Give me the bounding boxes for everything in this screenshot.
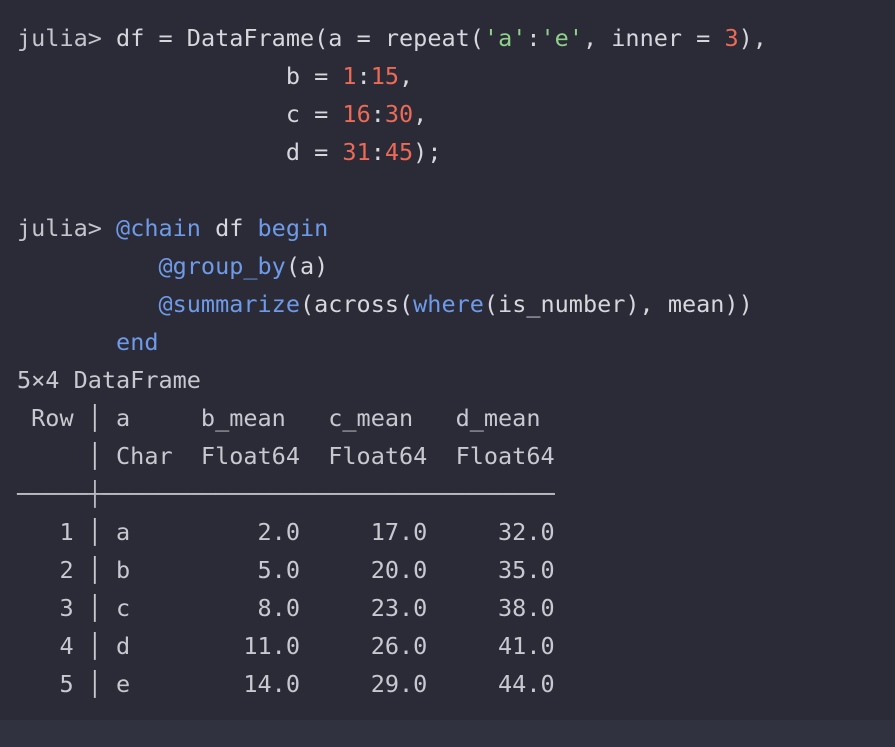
code-token: DataFrame( bbox=[186, 24, 329, 52]
code-token: df bbox=[116, 24, 145, 52]
keyword-token: end bbox=[116, 328, 159, 356]
number-literal: 15 bbox=[370, 62, 400, 90]
table-row: 3 │ c 8.0 23.0 38.0 bbox=[17, 594, 555, 622]
table-header-names: Row │ a b_mean c_mean d_mean bbox=[17, 404, 541, 432]
macro-token: @summarize bbox=[158, 290, 300, 318]
table-row: 4 │ d 11.0 26.0 41.0 bbox=[17, 632, 555, 660]
code-line: c = 16:30, bbox=[17, 95, 428, 133]
number-literal: 30 bbox=[384, 100, 414, 128]
function-token: where bbox=[413, 290, 484, 318]
code-line: julia> @chain df begin bbox=[17, 209, 328, 247]
macro-token: @group_by bbox=[158, 252, 286, 280]
code-line: @group_by(a) bbox=[17, 247, 328, 285]
code-token: : bbox=[356, 62, 371, 90]
terminal-output[interactable]: julia> df = DataFrame(a = repeat('a':'e'… bbox=[0, 0, 895, 720]
code-token: ), bbox=[738, 24, 767, 52]
code-token: = bbox=[144, 24, 187, 52]
code-line: @summarize(across(where(is_number), mean… bbox=[17, 285, 753, 323]
keyword-token: begin bbox=[257, 214, 329, 242]
code-token: : bbox=[370, 138, 385, 166]
dataframe-summary: 5×4 DataFrame bbox=[17, 366, 201, 394]
string-literal: 'a' bbox=[483, 24, 527, 52]
code-token: : bbox=[370, 100, 385, 128]
code-line: d = 31:45); bbox=[17, 133, 442, 171]
code-line: end bbox=[17, 323, 159, 361]
number-literal: 16 bbox=[342, 100, 371, 128]
code-token: : bbox=[526, 24, 541, 52]
code-token: (across( bbox=[299, 290, 414, 318]
table-header-types: │ Char Float64 Float64 Float64 bbox=[17, 442, 555, 470]
code-token: (a) bbox=[285, 252, 329, 280]
table-row: 2 │ b 5.0 20.0 35.0 bbox=[17, 556, 555, 584]
table-separator: ─────┼──────────────────────────────── bbox=[17, 480, 555, 508]
footer-strip bbox=[0, 720, 895, 747]
code-token: , inner = bbox=[582, 24, 725, 52]
code-token: ); bbox=[413, 138, 442, 166]
code-token: a = repeat( bbox=[328, 24, 484, 52]
code-token: (is_number), mean)) bbox=[483, 290, 753, 318]
code-token: c = bbox=[285, 100, 343, 128]
macro-token: @chain bbox=[116, 214, 201, 242]
table-row: 1 │ a 2.0 17.0 32.0 bbox=[17, 518, 555, 546]
code-token: b = bbox=[285, 62, 343, 90]
code-token: d = bbox=[285, 138, 343, 166]
code-token: , bbox=[413, 100, 428, 128]
code-line: b = 1:15, bbox=[17, 57, 413, 95]
table-row: 5 │ e 14.0 29.0 44.0 bbox=[17, 670, 555, 698]
number-literal: 45 bbox=[384, 138, 414, 166]
number-literal: 3 bbox=[724, 24, 739, 52]
repl-prompt: julia> bbox=[17, 24, 117, 52]
code-line: julia> df = DataFrame(a = repeat('a':'e'… bbox=[17, 19, 767, 57]
string-literal: 'e' bbox=[540, 24, 583, 52]
repl-prompt: julia> bbox=[17, 214, 117, 242]
code-token: , bbox=[399, 62, 414, 90]
number-literal: 31 bbox=[342, 138, 371, 166]
number-literal: 1 bbox=[342, 62, 357, 90]
code-token: df bbox=[200, 214, 258, 242]
